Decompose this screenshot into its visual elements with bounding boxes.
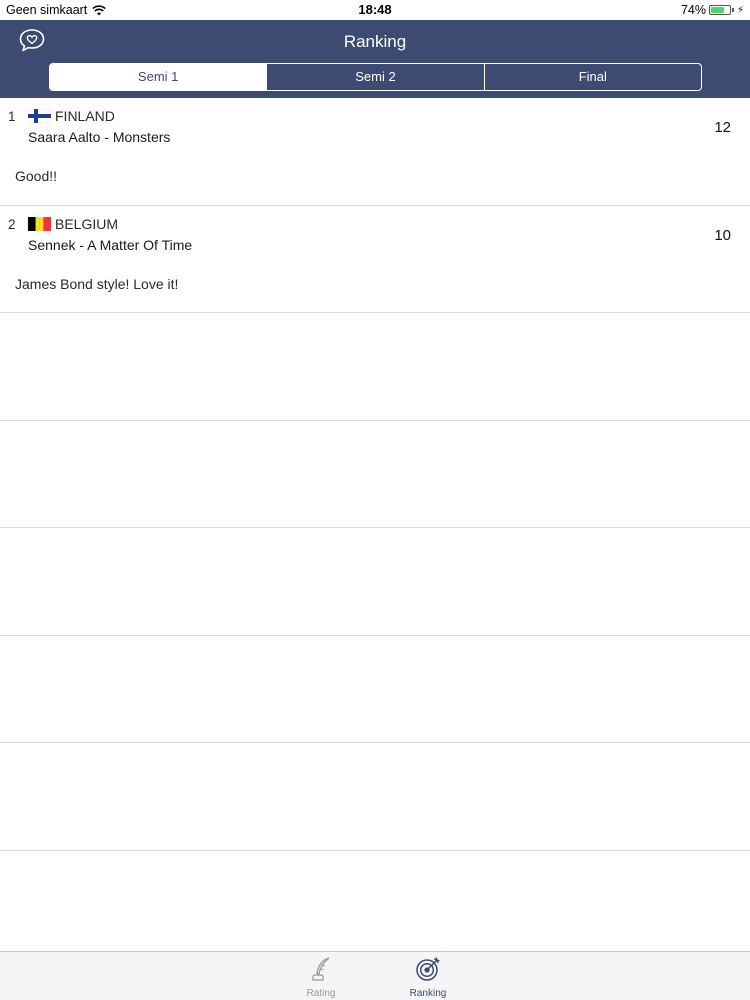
- empty-row: [0, 636, 750, 743]
- segment-semi-2[interactable]: Semi 2: [267, 64, 485, 90]
- song-title: Saara Aalto - Monsters: [28, 129, 171, 145]
- empty-row: [0, 528, 750, 636]
- comment-text: James Bond style! Love it!: [15, 275, 179, 292]
- country-name: FINLAND: [55, 108, 115, 124]
- status-time: 18:48: [358, 2, 392, 17]
- status-right: 74% ⚡: [681, 3, 744, 17]
- empty-row: [0, 851, 750, 959]
- empty-row: [0, 421, 750, 528]
- empty-row: [0, 743, 750, 851]
- comment-text: Good!!: [15, 168, 58, 184]
- segment-semi-1[interactable]: Semi 1: [50, 64, 268, 90]
- ranking-row[interactable]: 2 BELGIUM Sennek - A Matter Of Time Jame…: [0, 206, 750, 313]
- tab-ranking[interactable]: Ranking: [393, 955, 463, 999]
- tab-bar: Rating Ranking: [0, 951, 750, 1000]
- battery-percent: 74%: [680, 3, 706, 17]
- battery-icon: [708, 5, 734, 15]
- empty-row: [0, 313, 750, 421]
- status-bar: Geen simkaart 18:48 74% ⚡: [0, 0, 750, 20]
- points-value: 12: [714, 119, 731, 136]
- segment-final[interactable]: Final: [485, 64, 701, 90]
- rank-number: 2: [8, 216, 16, 232]
- tab-ranking-label: Ranking: [409, 988, 447, 999]
- belgium-flag-icon: [28, 216, 51, 231]
- points-value: 10: [714, 226, 731, 244]
- rank-number: 1: [8, 109, 16, 124]
- tab-rating[interactable]: Rating: [286, 955, 356, 999]
- song-title: Sennek - A Matter Of Time: [28, 236, 193, 253]
- target-dart-icon: [416, 957, 440, 981]
- tab-rating-label: Rating: [306, 988, 336, 999]
- ranking-list: 1 FINLAND Saara Aalto - Monsters Good!! …: [0, 98, 750, 958]
- round-segmented-control: Semi 1 Semi 2 Final: [49, 63, 702, 91]
- country-name: BELGIUM: [55, 215, 119, 232]
- finland-flag-icon: [28, 109, 51, 123]
- quill-pen-icon: [312, 957, 330, 981]
- charging-bolt-icon: ⚡: [736, 4, 744, 16]
- ranking-row[interactable]: 1 FINLAND Saara Aalto - Monsters Good!! …: [0, 98, 750, 206]
- navigation-bar: Ranking Semi 1 Semi 2 Final: [0, 20, 750, 98]
- page-title: Ranking: [343, 32, 407, 51]
